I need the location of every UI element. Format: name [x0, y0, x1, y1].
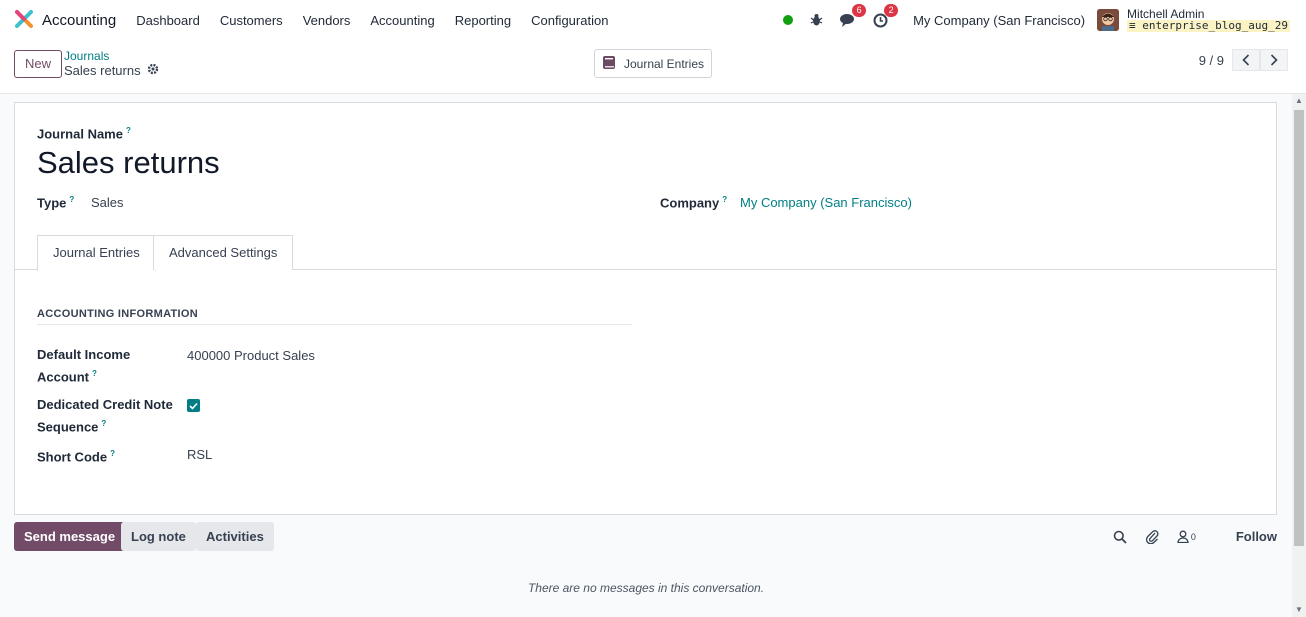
- scrollbar-thumb[interactable]: [1294, 110, 1304, 546]
- chat-badge: 6: [852, 4, 867, 17]
- short-code-field[interactable]: RSL: [187, 447, 212, 462]
- form-tabs: Journal Entries Advanced Settings: [15, 235, 1276, 271]
- chevron-left-icon: [1242, 54, 1250, 66]
- app-brand[interactable]: Accounting: [14, 9, 116, 32]
- new-button[interactable]: New: [14, 50, 63, 78]
- gear-icon[interactable]: [147, 63, 159, 78]
- short-code-label: Short Code?: [37, 444, 177, 466]
- follow-button[interactable]: Follow: [1236, 529, 1277, 544]
- help-icon[interactable]: ?: [110, 449, 115, 458]
- record-title: Sales returns: [64, 63, 141, 78]
- tab-advanced-settings[interactable]: Advanced Settings: [153, 235, 294, 270]
- type-label: Type?: [37, 195, 74, 210]
- journal-name-label-text: Journal Name: [37, 126, 123, 142]
- default-income-account-field[interactable]: 400000 Product Sales: [187, 348, 315, 363]
- send-message-button[interactable]: Send message: [14, 522, 126, 551]
- company-label: Company?: [660, 195, 727, 210]
- section-title-accounting-information: ACCOUNTING INFORMATION: [37, 308, 632, 325]
- tab-journal-entries[interactable]: Journal Entries: [37, 235, 156, 271]
- chatter-tools: 0 Follow: [1113, 522, 1277, 551]
- database-label: enterprise_blog_aug_29: [1142, 19, 1288, 32]
- bug-icon[interactable]: [807, 11, 825, 29]
- menu-item-vendors[interactable]: Vendors: [293, 13, 361, 28]
- activities-button[interactable]: Activities: [196, 522, 274, 551]
- help-icon[interactable]: ?: [126, 126, 131, 135]
- help-icon[interactable]: ?: [722, 195, 727, 204]
- checkmark-icon: [189, 402, 198, 410]
- empty-conversation-message: There are no messages in this conversati…: [527, 581, 765, 595]
- chevron-right-icon: [1270, 54, 1278, 66]
- control-panel: New Journals Sales returns Journal Entri…: [0, 40, 1306, 94]
- scroll-down-icon[interactable]: ▼: [1292, 603, 1306, 617]
- page-scrollbar[interactable]: ▲ ▼: [1292, 94, 1306, 617]
- followers-count: 0: [1190, 531, 1196, 542]
- menu-item-reporting[interactable]: Reporting: [445, 13, 521, 28]
- form-sheet: Journal Name? Sales returns Type? Sales …: [14, 102, 1277, 515]
- help-icon[interactable]: ?: [69, 195, 74, 204]
- scroll-up-icon[interactable]: ▲: [1292, 94, 1306, 108]
- breadcrumb-current: Sales returns: [64, 63, 159, 78]
- help-icon[interactable]: ?: [92, 369, 97, 378]
- user-avatar[interactable]: [1097, 9, 1120, 31]
- default-income-account-label: Default Income Account?: [37, 345, 177, 386]
- followers-button[interactable]: 0: [1177, 530, 1196, 543]
- log-note-button[interactable]: Log note: [121, 522, 196, 551]
- journal-name-field[interactable]: Sales returns: [37, 145, 220, 181]
- dedicated-credit-note-checkbox[interactable]: [187, 399, 200, 412]
- top-navbar: Accounting Dashboard Customers Vendors A…: [0, 0, 1306, 40]
- journal-entries-label: Journal Entries: [623, 56, 705, 71]
- search-icon[interactable]: [1113, 530, 1127, 544]
- user-icon: [1177, 530, 1189, 543]
- book-icon: [602, 55, 616, 73]
- credit-note-label-line1: Dedicated Credit Note: [37, 397, 173, 412]
- company-field[interactable]: My Company (San Francisco): [740, 195, 912, 210]
- user-menu[interactable]: Mitchell Admin ≡ enterprise_blog_aug_29: [1127, 8, 1290, 32]
- database-name: ≡ enterprise_blog_aug_29: [1127, 20, 1290, 32]
- credit-note-label-line2: Sequence: [37, 419, 99, 435]
- chat-icon[interactable]: 6: [839, 4, 867, 29]
- default-income-label-line2: Account: [37, 369, 89, 385]
- pager: 9 / 9: [1199, 49, 1288, 71]
- pager-previous-button[interactable]: [1232, 49, 1260, 71]
- breadcrumb-journals[interactable]: Journals: [64, 49, 109, 63]
- company-label-text: Company: [660, 195, 720, 211]
- help-icon[interactable]: ?: [101, 419, 106, 428]
- chatter-toolbar: Send message Log note Activities 0 Follo…: [14, 522, 1277, 552]
- journal-entries-smart-button[interactable]: Journal Entries: [594, 49, 712, 78]
- paperclip-icon[interactable]: [1145, 529, 1159, 544]
- presence-status-icon[interactable]: [783, 15, 794, 25]
- type-label-text: Type: [37, 195, 67, 211]
- app-name: Accounting: [42, 11, 117, 29]
- activity-clock-icon[interactable]: 2: [871, 4, 899, 29]
- menu-item-accounting[interactable]: Accounting: [360, 13, 444, 28]
- type-field[interactable]: Sales: [91, 195, 124, 210]
- menu-item-dashboard[interactable]: Dashboard: [126, 13, 210, 28]
- journal-name-label: Journal Name?: [37, 126, 131, 141]
- pager-value[interactable]: 9 / 9: [1199, 53, 1224, 68]
- systray: 6 2 My Company (San Francisco) Mitchell …: [783, 0, 1290, 40]
- activity-badge: 2: [884, 4, 899, 17]
- pager-next-button[interactable]: [1260, 49, 1288, 71]
- accounting-app-icon: [14, 9, 34, 32]
- default-income-label-line1: Default Income: [37, 347, 131, 362]
- main-menu: Dashboard Customers Vendors Accounting R…: [126, 13, 618, 28]
- company-switcher[interactable]: My Company (San Francisco): [913, 13, 1085, 28]
- dedicated-credit-note-label: Dedicated Credit Note Sequence?: [37, 395, 177, 436]
- database-icon: ≡: [1129, 19, 1136, 32]
- menu-item-customers[interactable]: Customers: [210, 13, 293, 28]
- menu-item-configuration[interactable]: Configuration: [521, 13, 618, 28]
- short-code-label-text: Short Code: [37, 449, 108, 465]
